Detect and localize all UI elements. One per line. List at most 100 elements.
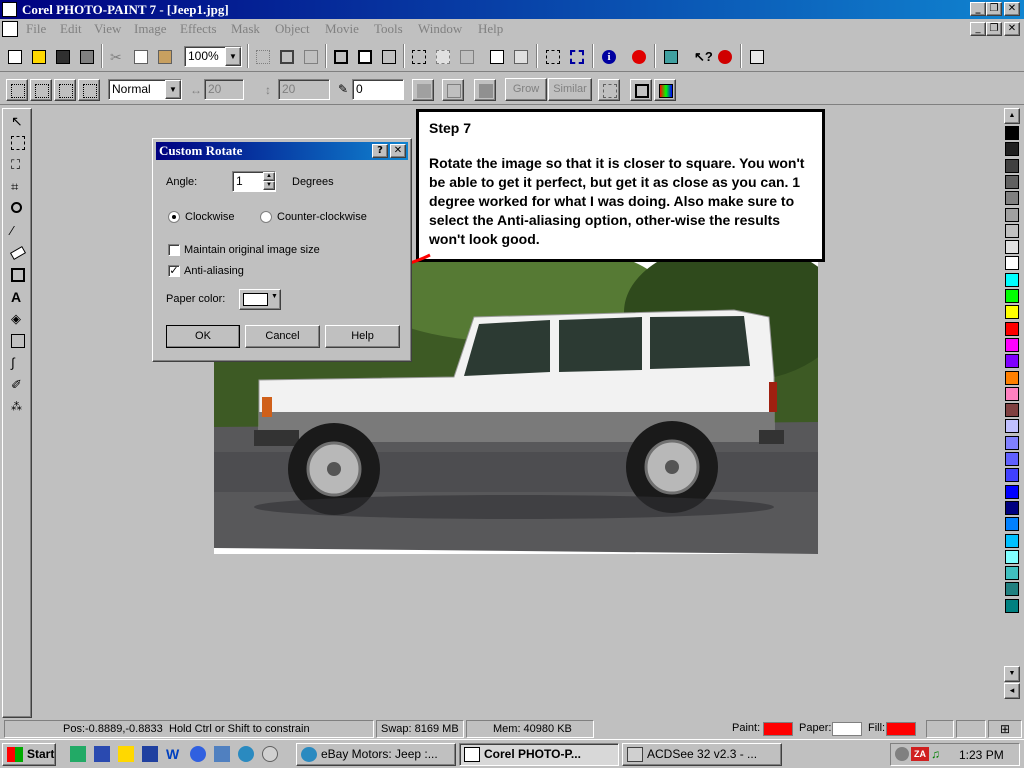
save-button[interactable] [52, 46, 74, 68]
speaker-icon[interactable]: ♫ [931, 747, 945, 761]
palette-swatch[interactable] [1005, 126, 1019, 140]
mask-mode-add[interactable] [30, 79, 52, 101]
palette-swatch[interactable] [1005, 386, 1019, 401]
prop-btn-1[interactable] [412, 79, 434, 101]
mask-tool-3[interactable] [378, 46, 400, 68]
desktop-icon[interactable] [94, 746, 110, 762]
prop-btn-4[interactable] [598, 79, 620, 101]
fill-tool[interactable]: ◈ [6, 309, 30, 330]
netscape-icon[interactable] [238, 746, 254, 762]
ok-button[interactable]: OK [166, 325, 240, 348]
pick-tool[interactable]: ↖ [6, 111, 30, 132]
palette-swatch[interactable] [1005, 305, 1019, 320]
rectangle-tool[interactable] [6, 265, 30, 286]
palette-swatch[interactable] [1005, 549, 1019, 564]
prop-btn-5[interactable] [630, 79, 652, 101]
open-button[interactable] [28, 46, 50, 68]
antialiasing-checkbox[interactable]: ✓ [168, 265, 180, 277]
palette-swatch[interactable] [1005, 272, 1019, 287]
mask-tool-8[interactable] [510, 46, 532, 68]
corel-app-icon[interactable] [2, 2, 17, 17]
palette-swatch[interactable] [1005, 403, 1019, 418]
palette-swatch[interactable] [1005, 517, 1019, 532]
paste-button[interactable] [154, 46, 176, 68]
palette-swatch[interactable] [1005, 142, 1019, 157]
palette-swatch[interactable] [1005, 240, 1019, 255]
menu-object[interactable]: Object [275, 21, 310, 37]
color-mode-button[interactable] [628, 46, 650, 68]
paint-tool[interactable]: ✐ [6, 375, 30, 396]
paper-color-picker[interactable]: ▼ [239, 289, 281, 310]
palette-swatch[interactable] [1005, 158, 1019, 173]
palette-swatch[interactable] [1005, 533, 1019, 548]
prop-btn-3[interactable] [474, 79, 496, 101]
zoom-select[interactable]: 100% ▼ [184, 46, 242, 67]
paper-color-swatch-status[interactable] [832, 722, 862, 736]
navigator-button[interactable] [660, 46, 682, 68]
menu-effects[interactable]: Effects [180, 21, 217, 37]
mask-tool-6[interactable] [456, 46, 478, 68]
rectangle-mask-tool[interactable] [6, 133, 30, 154]
grow-button[interactable]: Grow [505, 78, 547, 101]
word-icon[interactable]: W [166, 746, 182, 762]
palette-swatch[interactable] [1005, 598, 1019, 613]
cut-button[interactable]: ✂ [106, 46, 128, 68]
zonealarm-icon[interactable]: ZA [911, 747, 929, 761]
start-button[interactable]: Start [2, 743, 56, 766]
clockwise-radio[interactable] [168, 211, 180, 223]
palette-expand-icon[interactable]: ◂ [1004, 683, 1020, 699]
minimize-button[interactable]: _ [970, 2, 986, 16]
menu-image[interactable]: Image [134, 21, 166, 37]
angle-input[interactable]: 1 ▲ ▼ [232, 171, 276, 192]
image-sprayer-tool[interactable]: ⁂ [6, 397, 30, 418]
menu-edit[interactable]: Edit [60, 21, 82, 37]
doc-restore-button[interactable]: ❐ [986, 22, 1002, 36]
counterclockwise-radio[interactable] [260, 211, 272, 223]
palette-swatch[interactable] [1005, 191, 1019, 206]
options-button[interactable] [746, 46, 768, 68]
counterclockwise-label[interactable]: Counter-clockwise [277, 211, 367, 223]
mask-mode-subtract[interactable] [54, 79, 76, 101]
mask-mode-xor[interactable] [78, 79, 100, 101]
restore-button[interactable]: ❐ [986, 2, 1002, 16]
new-button[interactable] [4, 46, 26, 68]
palette-swatch[interactable] [1005, 500, 1019, 515]
doc-close-button[interactable]: ✕ [1004, 22, 1020, 36]
info-button[interactable]: i [598, 46, 620, 68]
taskbar-ebay[interactable]: eBay Motors: Jeep :... [296, 743, 456, 766]
fill-color-swatch[interactable] [886, 722, 916, 736]
menu-view[interactable]: View [94, 21, 121, 37]
palette-swatch[interactable] [1005, 354, 1019, 369]
eyedropper-tool[interactable]: ⁄ [6, 221, 30, 242]
text-tool[interactable]: A [6, 287, 30, 308]
cancel-button[interactable]: Cancel [245, 325, 320, 348]
quicklaunch-icon[interactable] [70, 746, 86, 762]
menu-tools[interactable]: Tools [374, 21, 403, 37]
internet-explorer-icon[interactable] [190, 746, 206, 762]
palette-swatch[interactable] [1005, 468, 1019, 483]
palette-swatch[interactable] [1005, 207, 1019, 222]
tool-btn-3[interactable] [300, 46, 322, 68]
print-button[interactable] [76, 46, 98, 68]
clone-tool[interactable] [6, 331, 30, 352]
taskbar-corel[interactable]: Corel PHOTO-P... [459, 743, 619, 766]
maintain-size-checkbox[interactable] [168, 244, 180, 256]
palette-swatch[interactable] [1005, 223, 1019, 238]
disc-icon[interactable] [262, 746, 278, 762]
tray-icon-1[interactable] [895, 747, 909, 761]
mask-tool-1[interactable] [330, 46, 352, 68]
spin-up-icon[interactable]: ▲ [263, 172, 275, 181]
mask-tool-5[interactable] [432, 46, 454, 68]
menu-file[interactable]: File [26, 21, 46, 37]
palette-swatch[interactable] [1005, 289, 1019, 303]
dialog-close-button[interactable]: ✕ [390, 144, 406, 158]
similar-button[interactable]: Similar [548, 78, 592, 101]
prop-btn-6[interactable] [654, 79, 676, 101]
palette-swatch[interactable] [1005, 174, 1019, 189]
palette-swatch[interactable] [1005, 582, 1019, 597]
camera-icon[interactable] [142, 746, 158, 762]
prop-btn-2[interactable] [442, 79, 464, 101]
palette-swatch[interactable] [1005, 566, 1019, 581]
mask-tool-7[interactable] [486, 46, 508, 68]
palette-swatch[interactable] [1005, 256, 1019, 271]
